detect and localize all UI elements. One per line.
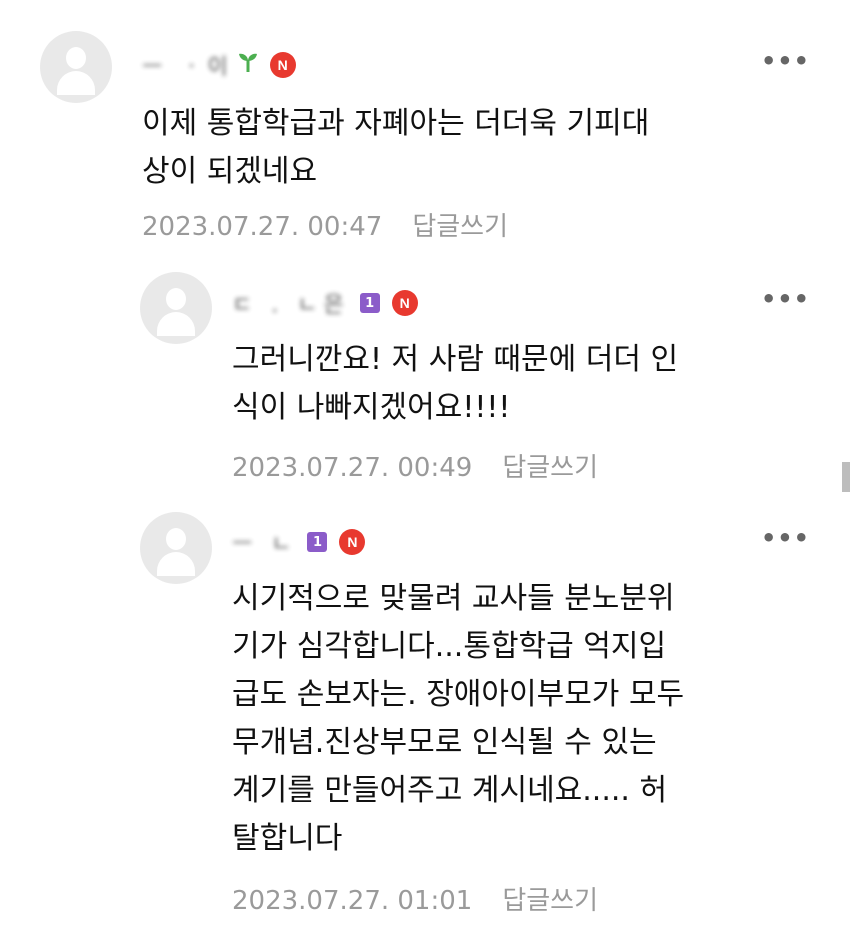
comment-date: 2023.07.27. 01:01 bbox=[232, 886, 473, 916]
comment-text-line: 이제 통합학급과 자폐아는 더더욱 기피대 bbox=[142, 106, 650, 141]
avatar[interactable] bbox=[140, 512, 212, 584]
reply-button[interactable]: 답글쓰기 bbox=[502, 886, 598, 916]
avatar-head bbox=[66, 47, 86, 69]
comment-text-line: 상이 되겠네요 bbox=[142, 154, 318, 189]
sprout-icon bbox=[238, 51, 258, 79]
avatar-head bbox=[166, 528, 186, 550]
level-badge: 1 bbox=[307, 532, 328, 552]
author-row: ㄷ . ㄴ은 1 N bbox=[232, 286, 418, 320]
avatar-body bbox=[157, 552, 195, 576]
comment-date: 2023.07.27. 00:49 bbox=[232, 453, 473, 483]
avatar[interactable] bbox=[140, 272, 212, 344]
avatar-body bbox=[57, 71, 95, 95]
avatar-body bbox=[157, 312, 195, 336]
comment-text-line: 계기를 만들어주고 계시네요..... 허 bbox=[232, 773, 668, 808]
level-badge: 1 bbox=[359, 293, 380, 313]
new-badge: N bbox=[339, 529, 366, 555]
more-options-icon[interactable]: ••• bbox=[761, 47, 810, 75]
avatar-head bbox=[166, 288, 186, 310]
scrollbar[interactable] bbox=[842, 462, 850, 492]
comment-text-line: 식이 나빠지겠어요!!!! bbox=[232, 390, 511, 425]
more-options-icon[interactable]: ••• bbox=[761, 524, 810, 552]
new-badge: N bbox=[391, 290, 418, 316]
reply-button[interactable]: 답글쓰기 bbox=[412, 212, 508, 242]
avatar[interactable] bbox=[40, 31, 112, 103]
new-badge: N bbox=[269, 52, 296, 78]
comment-date: 2023.07.27. 00:47 bbox=[142, 212, 383, 242]
comment-meta: 2023.07.27. 00:47 답글쓰기 bbox=[142, 206, 508, 243]
author-name[interactable]: ㅡ ㄴ bbox=[232, 526, 297, 558]
comment-text: 시기적으로 맞물려 교사들 분노분위 기가 심각합니다...통합학급 억지입 급… bbox=[232, 575, 850, 863]
comment-text-line: 시기적으로 맞물려 교사들 분노분위 bbox=[232, 581, 675, 616]
author-row: ㅡ ㄴ 1 N bbox=[232, 525, 366, 559]
author-name[interactable]: ㄷ . ㄴ은 bbox=[232, 287, 350, 319]
comment-text-line: 탈합니다 bbox=[232, 821, 343, 856]
comment-text: 이제 통합학급과 자폐아는 더더욱 기피대 상이 되겠네요 bbox=[142, 100, 762, 196]
comment-meta: 2023.07.27. 00:49 답글쓰기 bbox=[232, 447, 598, 484]
comment-meta: 2023.07.27. 01:01 답글쓰기 bbox=[232, 880, 598, 917]
comment-text-line: 무개념.진상부모로 인식될 수 있는 bbox=[232, 725, 657, 760]
comment-text-line: 그러니깐요! 저 사람 때문에 더더 인 bbox=[232, 342, 679, 377]
comment-text-line: 급도 손보자는. 장애아이부모가 모두 bbox=[232, 677, 685, 712]
author-row: ㅡ ㆍ이 N bbox=[142, 48, 296, 82]
comment-text: 그러니깐요! 저 사람 때문에 더더 인 식이 나빠지겠어요!!!! bbox=[232, 336, 850, 432]
reply-button[interactable]: 답글쓰기 bbox=[502, 453, 598, 483]
author-name[interactable]: ㅡ ㆍ이 bbox=[142, 49, 234, 81]
comment-text-line: 기가 심각합니다...통합학급 억지입 bbox=[232, 629, 667, 664]
more-options-icon[interactable]: ••• bbox=[761, 285, 810, 313]
